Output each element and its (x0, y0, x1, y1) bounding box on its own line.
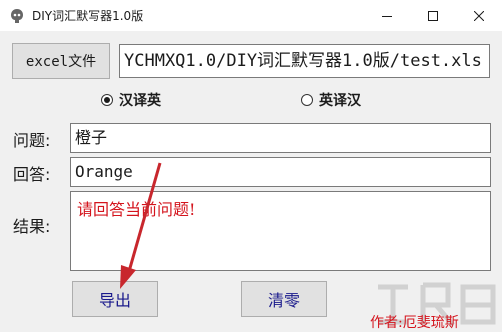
title-bar: DIY词汇默写器1.0版 (0, 0, 502, 31)
minimize-button[interactable] (364, 0, 410, 31)
window-title: DIY词汇默写器1.0版 (32, 9, 144, 23)
result-label: 结果: (13, 217, 51, 236)
maximize-icon (428, 10, 438, 21)
radio-english-to-chinese[interactable]: 英译汉 (301, 90, 361, 110)
question-field[interactable]: 橙子 (70, 123, 491, 153)
radio-dot (104, 97, 110, 103)
maximize-button[interactable] (410, 0, 456, 31)
file-path-field[interactable]: YCHMXQ1.0/DIY词汇默写器1.0版/test.xls (119, 44, 490, 78)
close-icon (474, 10, 484, 21)
answer-label: 回答: (13, 165, 51, 184)
app-icon (11, 9, 23, 23)
close-button[interactable] (456, 0, 502, 31)
export-button[interactable]: 导出 (72, 281, 158, 317)
clear-button[interactable]: 清零 (241, 281, 327, 317)
radio-button-unselected[interactable] (301, 94, 313, 106)
author-credit: 作者:厄斐琉斯 (370, 315, 459, 331)
answer-input[interactable]: Orange (70, 157, 491, 187)
question-label: 问题: (13, 131, 51, 150)
radio-chinese-to-english[interactable]: 汉译英 (101, 90, 161, 110)
radio-label: 英译汉 (319, 93, 361, 109)
main-panel: excel文件 YCHMXQ1.0/DIY词汇默写器1.0版/test.xls … (0, 31, 502, 332)
radio-button-selected[interactable] (101, 94, 113, 106)
minimize-icon (382, 15, 392, 17)
radio-label: 汉译英 (119, 93, 161, 109)
result-textarea[interactable]: 请回答当前问题! (70, 191, 491, 271)
excel-file-button[interactable]: excel文件 (12, 43, 110, 79)
